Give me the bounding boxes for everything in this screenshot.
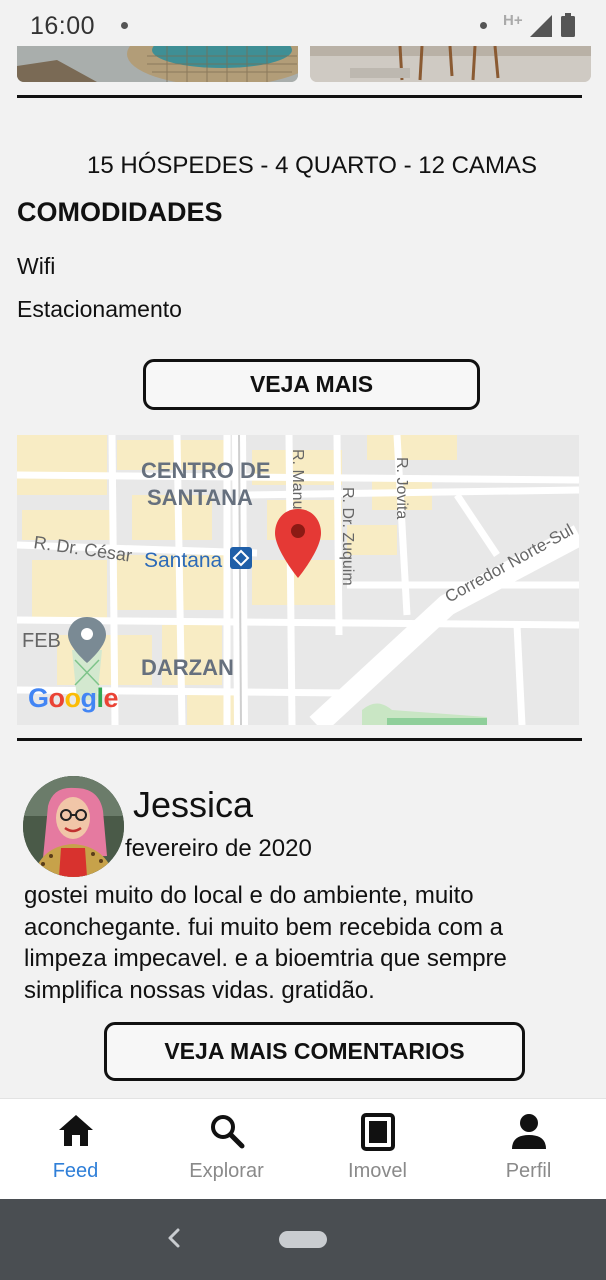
listing-specs: 15 HÓSPEDES - 4 QUARTO - 12 CAMAS xyxy=(87,152,537,179)
signal-icon xyxy=(530,15,552,37)
building-icon xyxy=(360,1113,395,1151)
map-label-darzan: DARZAN xyxy=(141,655,234,680)
map-label-jovita: R. Jovita xyxy=(393,457,410,519)
google-logo: Google xyxy=(28,683,119,713)
system-navigation-bar xyxy=(0,1199,606,1280)
map-label-santana: Santana xyxy=(144,549,223,572)
amenity-item: Wifi xyxy=(17,253,56,279)
status-bar: 16:00 H+ xyxy=(0,0,606,50)
amenity-item: Estacionamento xyxy=(17,296,182,322)
map-label-feb: FEB xyxy=(22,630,61,652)
nav-item-perfil[interactable]: Perfil xyxy=(453,1099,604,1200)
review-text: gostei muito do local e do ambiente, mui… xyxy=(24,882,507,1004)
map-label-centro: SANTANA xyxy=(147,485,253,510)
notification-dot-icon xyxy=(121,22,128,29)
map-label-centro: CENTRO DE xyxy=(141,458,271,483)
nav-label: Feed xyxy=(52,1160,99,1182)
nav-item-explorar[interactable]: Explorar xyxy=(151,1099,302,1200)
listing-photo-2[interactable] xyxy=(310,46,591,82)
network-type: H+ xyxy=(503,12,523,29)
listing-photo-1[interactable] xyxy=(17,46,298,82)
see-more-button[interactable]: VEJA MAIS xyxy=(143,359,480,410)
amenities-title: COMODIDADES xyxy=(17,197,223,227)
bottom-navigation: Feed Explorar Imovel Perfil xyxy=(0,1098,606,1199)
metro-station-icon xyxy=(230,547,252,569)
nav-label: Imovel xyxy=(348,1160,407,1182)
search-icon xyxy=(210,1115,244,1149)
section-divider xyxy=(17,95,582,98)
nav-item-feed[interactable]: Feed xyxy=(0,1099,151,1200)
status-time: 16:00 xyxy=(30,12,96,40)
nav-label: Perfil xyxy=(505,1160,552,1182)
back-icon[interactable] xyxy=(166,1227,182,1249)
map-label-zuquim: R. Dr. Zuquim xyxy=(339,487,356,586)
status-dot-icon xyxy=(480,22,487,29)
reviewer-avatar[interactable] xyxy=(23,776,124,877)
see-more-comments-button[interactable]: VEJA MAIS COMENTARIOS xyxy=(104,1022,525,1081)
nav-item-imovel[interactable]: Imovel xyxy=(302,1099,453,1200)
reviewer-name: Jessica xyxy=(133,784,254,825)
home-pill-button[interactable] xyxy=(279,1231,327,1248)
home-icon xyxy=(58,1115,93,1146)
person-icon xyxy=(511,1114,546,1149)
section-divider xyxy=(17,738,582,741)
location-map[interactable]: CENTRO DE SANTANA Santana R. Dr. César F… xyxy=(17,435,579,725)
nav-label: Explorar xyxy=(189,1160,264,1182)
review-date: fevereiro de 2020 xyxy=(125,835,312,862)
battery-icon xyxy=(561,13,575,37)
